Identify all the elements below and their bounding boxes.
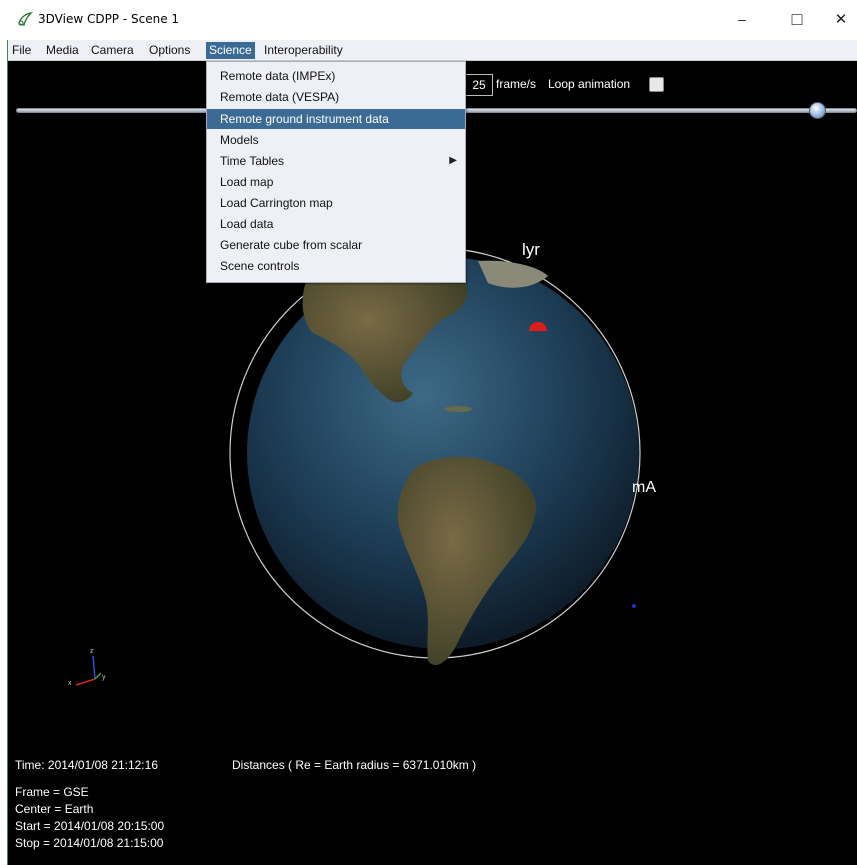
menu-item-label: Load data — [220, 217, 274, 231]
menu-item-remote-data-vespa[interactable]: Remote data (VESPA) — [207, 87, 465, 107]
menu-item-label: Remote ground instrument data — [220, 112, 389, 126]
menu-item-label: Time Tables — [220, 154, 285, 168]
window-titlebar: 3DView CDPP - Scene 1 – □ ✕ — [0, 0, 857, 40]
minimize-icon: – — [738, 11, 746, 27]
submenu-arrow-icon: ▶ — [449, 155, 457, 166]
start-readout: Start = 2014/01/08 20:15:00 — [15, 819, 165, 833]
axes-triad: z y x — [68, 648, 106, 687]
menu-item-label: Remote data (VESPA) — [220, 90, 340, 104]
menu-item-load-carrington-map[interactable]: Load Carrington map — [207, 193, 465, 213]
window-left-border — [0, 40, 8, 865]
loop-animation-label: Loop animation — [548, 77, 631, 91]
fps-input[interactable]: 25 — [465, 74, 493, 96]
close-icon: ✕ — [834, 11, 848, 28]
menu-item-label: Scene controls — [220, 259, 300, 273]
fps-unit-label: frame/s — [496, 77, 537, 91]
axis-y-label: y — [102, 674, 106, 681]
menu-item-time-tables[interactable]: Time Tables ▶ — [207, 151, 465, 171]
menu-item-remote-data-impex[interactable]: Remote data (IMPEx) — [207, 66, 465, 86]
caribbean-islands — [444, 406, 472, 412]
station-marker-ma[interactable] — [632, 604, 636, 608]
menu-media[interactable]: Media — [43, 42, 82, 59]
loop-animation-checkbox[interactable] — [649, 77, 664, 92]
distances-readout: Distances ( Re = Earth radius = 6371.010… — [232, 758, 477, 772]
menu-item-label: Generate cube from scalar — [220, 238, 363, 252]
menu-item-load-map[interactable]: Load map — [207, 172, 465, 192]
menu-item-generate-cube[interactable]: Generate cube from scalar — [207, 235, 465, 255]
axis-x-label: x — [68, 680, 72, 687]
science-dropdown-menu: Remote data (IMPEx) Remote data (VESPA) … — [206, 61, 466, 283]
menu-item-label: Load map — [220, 175, 274, 189]
menu-item-models[interactable]: Models — [207, 130, 465, 150]
menu-item-label: Remote data (IMPEx) — [220, 69, 336, 83]
minimize-button[interactable]: – — [720, 6, 764, 32]
maximize-button[interactable]: □ — [775, 6, 819, 32]
axis-z-label: z — [90, 648, 94, 655]
menu-interoperability[interactable]: Interoperability — [261, 42, 346, 59]
menu-options[interactable]: Options — [146, 42, 193, 59]
menu-file[interactable]: File — [9, 42, 34, 59]
app-logo-icon — [18, 11, 34, 26]
station-label-lyr: lyr — [522, 240, 540, 259]
menu-science[interactable]: Science — [206, 42, 255, 59]
close-button[interactable]: ✕ — [825, 6, 857, 32]
timeline-slider-thumb[interactable] — [809, 102, 826, 119]
menu-item-label: Load Carrington map — [220, 196, 333, 210]
stop-readout: Stop = 2014/01/08 21:15:00 — [15, 836, 164, 850]
menu-item-remote-ground-instrument-data[interactable]: Remote ground instrument data — [207, 109, 465, 129]
maximize-icon: □ — [791, 8, 803, 29]
station-label-ma: mA — [632, 479, 656, 496]
time-readout: Time: 2014/01/08 21:12:16 — [15, 758, 158, 772]
menu-item-label: Models — [220, 133, 259, 147]
menu-bar: File Media Camera Options Science Intero… — [8, 40, 857, 61]
center-readout: Center = Earth — [15, 802, 94, 816]
frame-readout: Frame = GSE — [15, 785, 89, 799]
menu-item-scene-controls[interactable]: Scene controls — [207, 256, 465, 276]
window-title: 3DView CDPP - Scene 1 — [38, 12, 180, 26]
menu-camera[interactable]: Camera — [88, 42, 137, 59]
menu-item-load-data[interactable]: Load data — [207, 214, 465, 234]
